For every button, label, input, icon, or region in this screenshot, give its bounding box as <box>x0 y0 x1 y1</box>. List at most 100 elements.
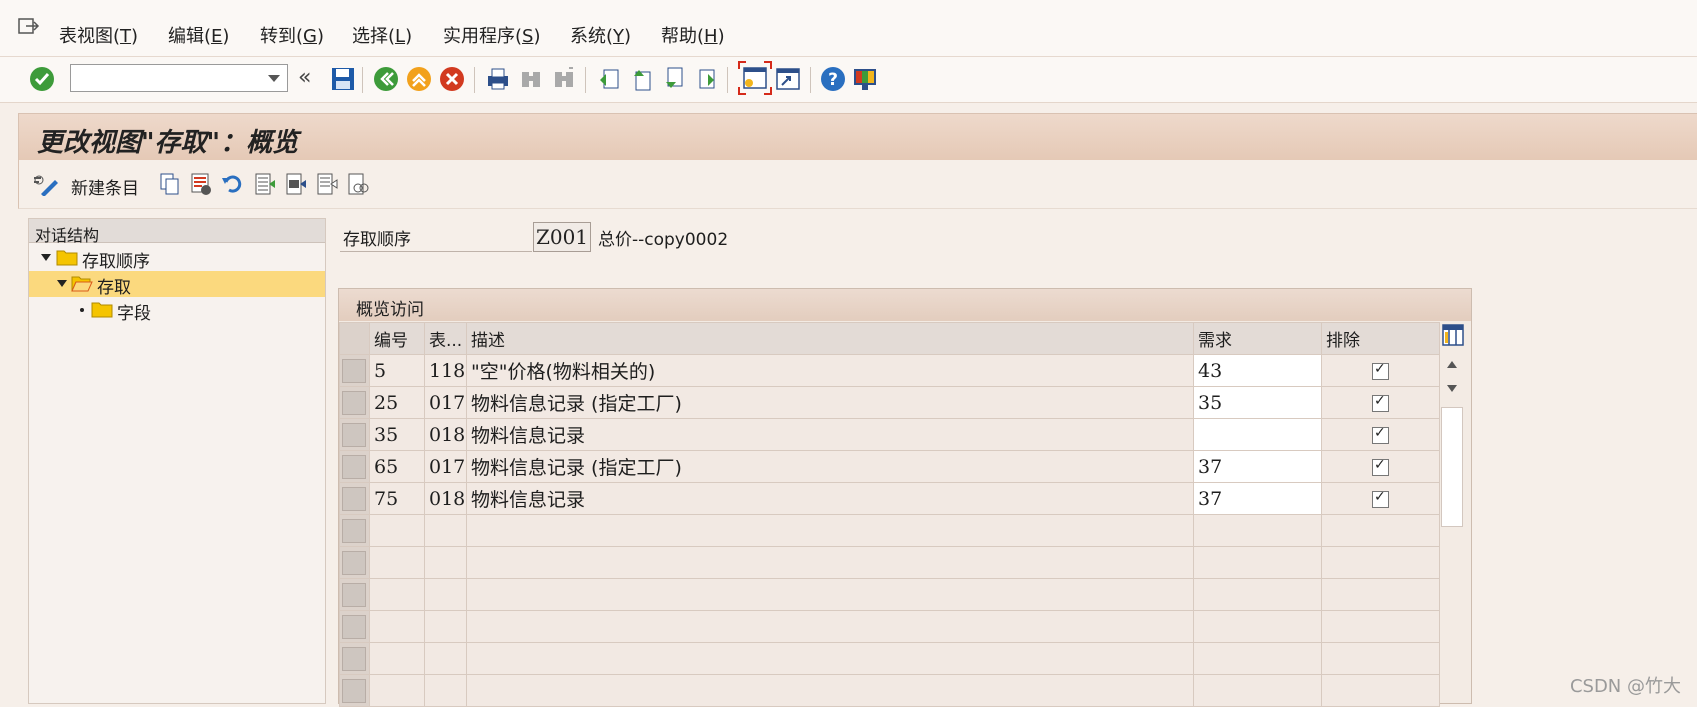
row-select-button[interactable] <box>339 546 370 579</box>
help-icon[interactable]: ? <box>820 66 846 92</box>
vertical-scrollbar[interactable] <box>1441 355 1463 702</box>
column-header-number[interactable]: 编号 <box>369 322 425 355</box>
cell-description: "空"价格(物料相关的) <box>466 354 1194 387</box>
next-page-icon[interactable] <box>660 66 686 92</box>
find-icon[interactable] <box>518 66 544 92</box>
cancel-icon[interactable] <box>439 66 465 92</box>
exclusive-checkbox[interactable] <box>1372 457 1389 476</box>
deselect-all-icon[interactable] <box>316 172 338 196</box>
row-select-button[interactable] <box>339 418 370 451</box>
empty-cell <box>424 546 467 579</box>
column-header-table[interactable]: 表... <box>424 322 467 355</box>
row-selector[interactable] <box>342 486 366 511</box>
row-selector[interactable] <box>342 678 366 703</box>
exclusive-checkbox[interactable] <box>1372 489 1389 508</box>
exit-icon[interactable] <box>406 66 432 92</box>
menu-item-5[interactable]: 系统(Y) <box>570 22 631 48</box>
delete-icon[interactable] <box>190 172 212 196</box>
new-entries-button[interactable]: 新建条目 <box>71 174 139 199</box>
row-select-button[interactable] <box>339 642 370 675</box>
empty-cell <box>369 610 425 643</box>
menu-item-6[interactable]: 帮助(H) <box>661 22 725 48</box>
find-next-icon[interactable] <box>551 66 577 92</box>
back-icon[interactable] <box>373 66 399 92</box>
chevron-down-icon[interactable] <box>268 75 280 82</box>
exclusive-checkbox[interactable] <box>1372 393 1389 412</box>
table-settings-icon[interactable] <box>1442 324 1464 346</box>
row-selector[interactable] <box>342 454 366 479</box>
empty-cell <box>1321 514 1440 547</box>
row-selector[interactable] <box>342 550 366 575</box>
empty-table-row <box>339 546 1440 579</box>
select-block-icon[interactable] <box>285 172 307 196</box>
menu-item-mnemonic: G <box>303 26 317 47</box>
row-select-button[interactable] <box>339 514 370 547</box>
create-session-icon[interactable] <box>738 61 772 95</box>
view-configuration-icon[interactable] <box>347 172 369 196</box>
row-select-button[interactable] <box>339 578 370 611</box>
cell-description: 物料信息记录 (指定工厂) <box>466 450 1194 483</box>
menu-item-2[interactable]: 转到(G) <box>260 22 324 48</box>
row-selector[interactable] <box>342 646 366 671</box>
separator <box>727 67 728 93</box>
separator <box>474 67 475 93</box>
exclusive-checkbox[interactable] <box>1372 425 1389 444</box>
undo-icon[interactable] <box>221 172 243 196</box>
cell-requirement-input[interactable]: 37 <box>1193 482 1322 515</box>
empty-cell <box>369 546 425 579</box>
previous-page-icon[interactable] <box>628 66 654 92</box>
copy-as-icon[interactable] <box>159 172 181 196</box>
system-menu-icon[interactable] <box>18 18 40 36</box>
shortcut-icon[interactable] <box>775 66 801 92</box>
row-selector[interactable] <box>342 614 366 639</box>
row-select-button[interactable] <box>339 450 370 483</box>
menu-item-1[interactable]: 编辑(E) <box>168 22 229 48</box>
menu-item-tail: ) <box>131 26 139 47</box>
display-change-icon[interactable] <box>31 172 59 196</box>
cell-requirement-input[interactable]: 35 <box>1193 386 1322 419</box>
exclusive-checkbox[interactable] <box>1372 361 1389 380</box>
row-select-button[interactable] <box>339 354 370 387</box>
menu-item-label: 选择( <box>352 26 396 47</box>
first-page-icon[interactable] <box>596 66 622 92</box>
save-icon[interactable] <box>330 66 356 92</box>
cell-number: 5 <box>369 354 425 387</box>
row-selector[interactable] <box>342 422 366 447</box>
row-selector[interactable] <box>342 390 366 415</box>
select-all-icon[interactable] <box>254 172 276 196</box>
menu-item-3[interactable]: 选择(L) <box>352 22 412 48</box>
tree-node-fields[interactable]: 字段 <box>29 297 325 324</box>
tree-node-access[interactable]: 存取 <box>29 271 325 298</box>
row-selector[interactable] <box>342 358 366 383</box>
empty-table-row <box>339 610 1440 643</box>
tree-node-access-sequence[interactable]: 存取顺序 <box>29 245 325 272</box>
overview-access-title: 概览访问 <box>356 300 424 320</box>
cell-requirement-input[interactable] <box>1193 418 1322 451</box>
row-selector[interactable] <box>342 582 366 607</box>
print-icon[interactable] <box>485 66 511 92</box>
cell-requirement-input[interactable]: 37 <box>1193 450 1322 483</box>
scroll-up-icon[interactable] <box>1447 361 1457 368</box>
last-page-icon[interactable] <box>692 66 718 92</box>
row-select-button[interactable] <box>339 386 370 419</box>
command-field[interactable] <box>70 64 288 92</box>
expand-triangle-icon[interactable] <box>41 254 51 261</box>
enter-icon[interactable] <box>29 66 55 92</box>
cell-requirement-input[interactable]: 43 <box>1193 354 1322 387</box>
scroll-down-icon[interactable] <box>1447 385 1457 392</box>
row-select-button[interactable] <box>339 482 370 515</box>
menu-item-tail: ) <box>405 26 413 47</box>
row-selector[interactable] <box>342 518 366 543</box>
column-header-requirement[interactable]: 需求 <box>1193 322 1322 355</box>
menu-item-4[interactable]: 实用程序(S) <box>443 22 541 48</box>
row-select-button[interactable] <box>339 610 370 643</box>
column-header-exclusive[interactable]: 排除 <box>1321 322 1440 355</box>
back-double-icon[interactable]: « <box>298 65 311 90</box>
cell-table: 017 <box>424 386 467 419</box>
column-header-description[interactable]: 描述 <box>466 322 1194 355</box>
layout-icon[interactable] <box>852 66 878 92</box>
menu-item-0[interactable]: 表视图(T) <box>59 22 138 48</box>
expand-triangle-icon[interactable] <box>57 280 67 287</box>
scroll-thumb[interactable] <box>1441 407 1463 527</box>
select-all-rows-button[interactable] <box>339 322 370 355</box>
